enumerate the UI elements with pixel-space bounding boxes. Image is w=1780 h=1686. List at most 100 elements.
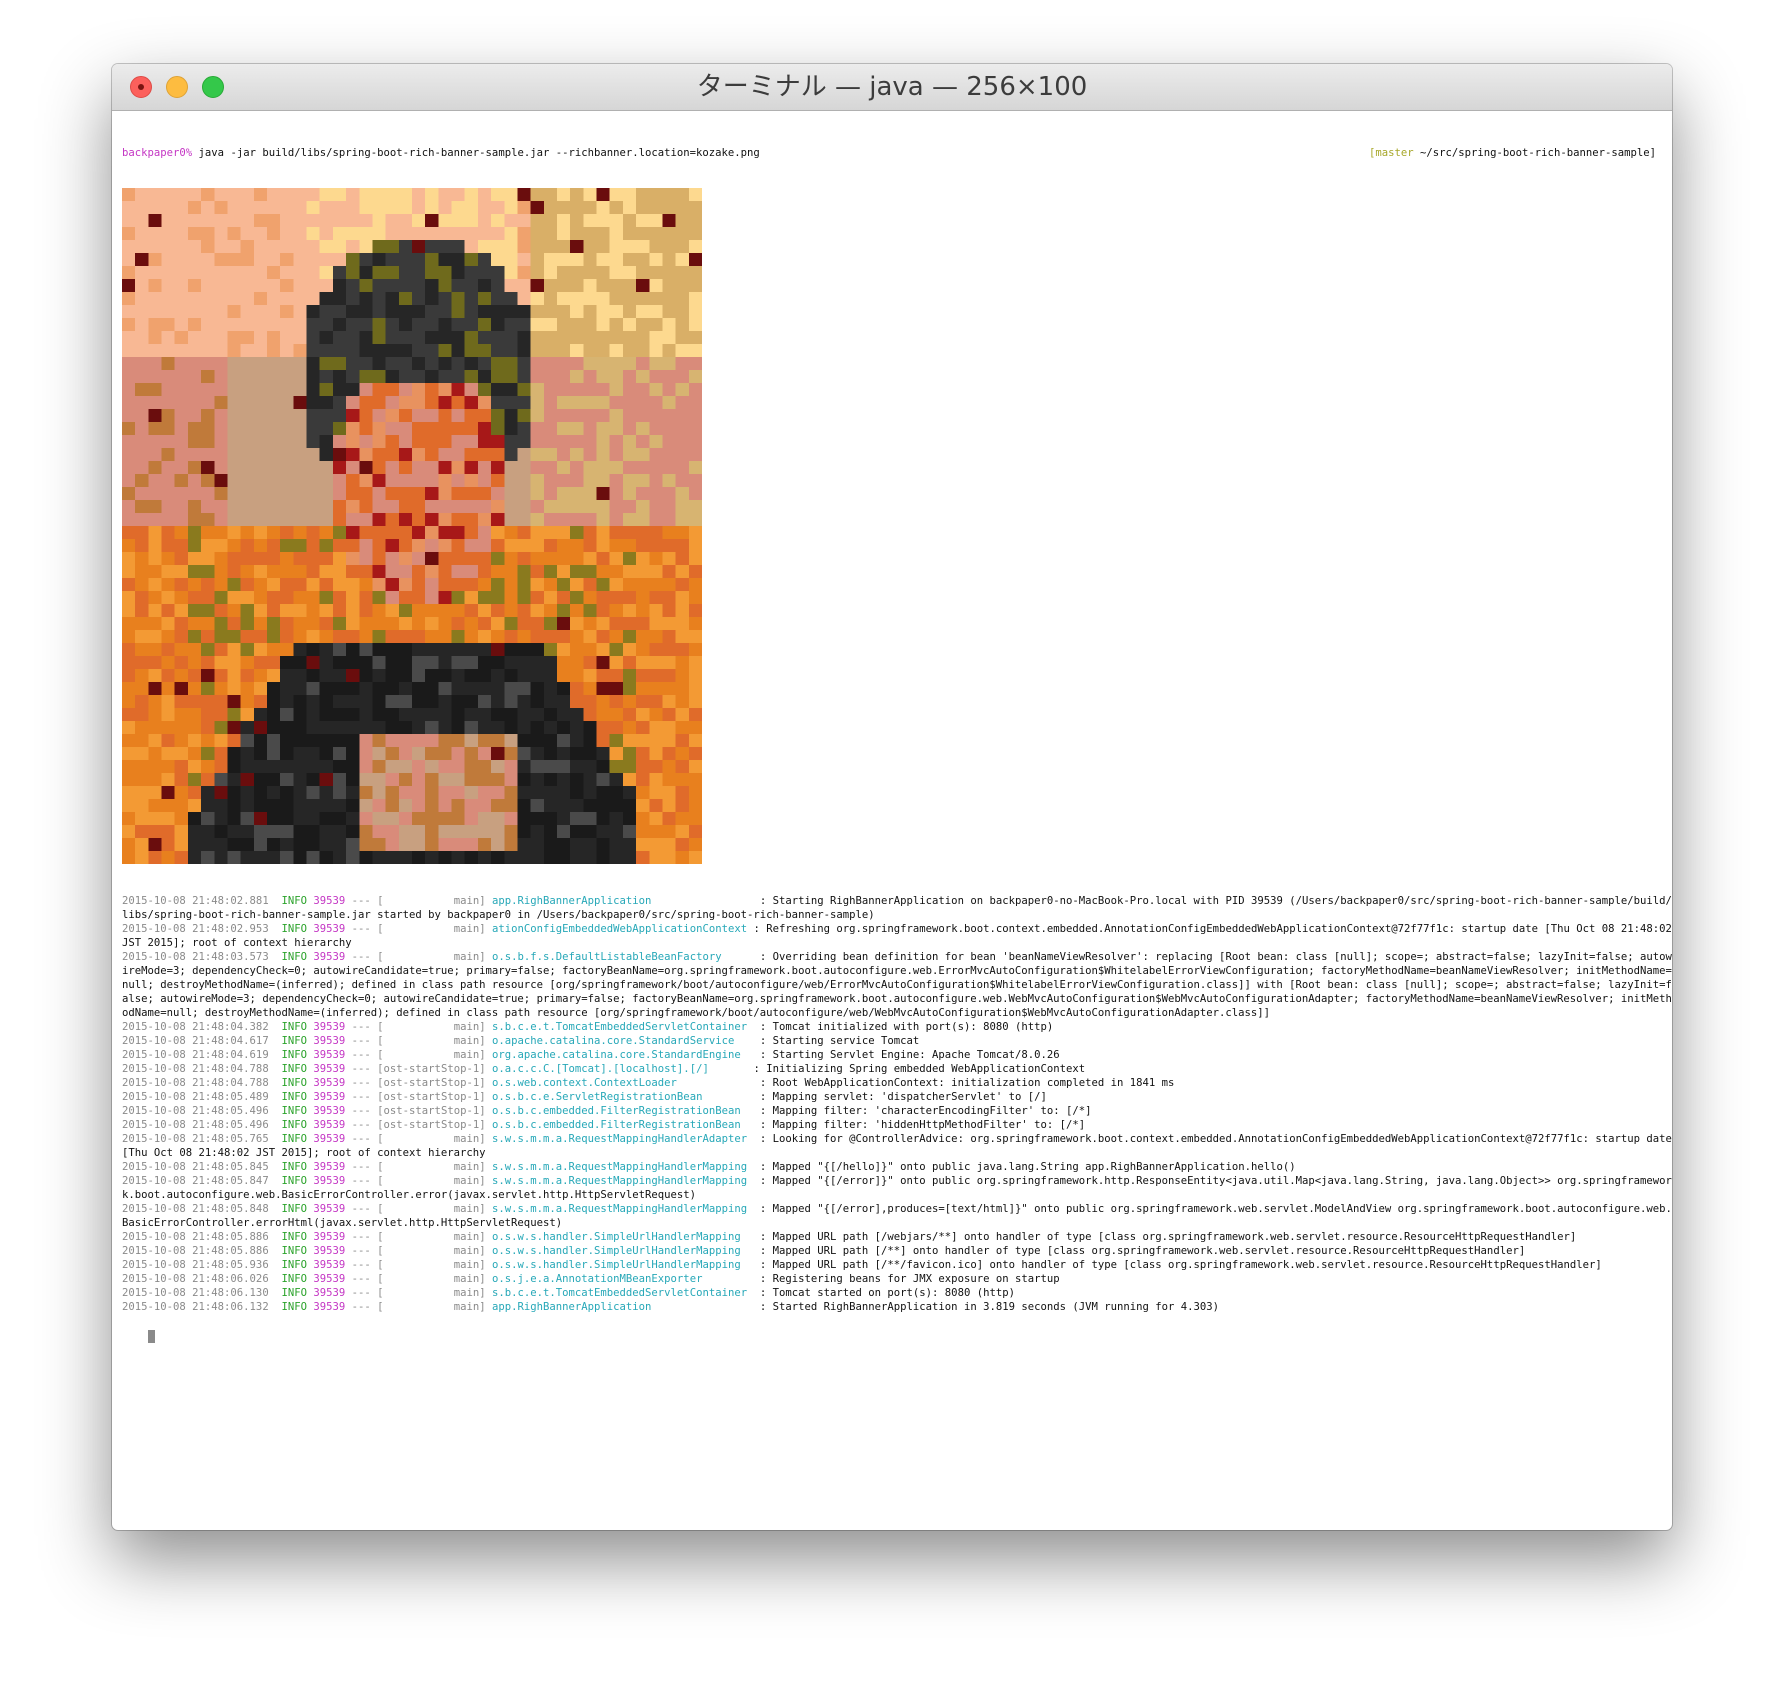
log-level: INFO <box>268 1203 307 1215</box>
log-logger: org.apache.catalina.core.StandardEngine <box>485 1049 754 1061</box>
log-line: 2015-10-08 21:48:05.886 INFO 39539 --- [… <box>122 1230 1664 1244</box>
log-line: 2015-10-08 21:48:05.845 INFO 39539 --- [… <box>122 1160 1664 1174</box>
log-timestamp: 2015-10-08 21:48:04.788 <box>122 1063 269 1075</box>
pixel-art-banner-image <box>122 188 702 864</box>
log-message: : Mapping filter: 'hiddenHttpMethodFilte… <box>753 1119 1086 1131</box>
log-separator: --- <box>345 1259 371 1271</box>
log-pid: 39539 <box>306 1301 346 1313</box>
log-timestamp: 2015-10-08 21:48:06.130 <box>122 1287 269 1299</box>
log-separator: --- <box>345 951 371 963</box>
log-separator: --- <box>345 1175 371 1187</box>
log-logger: o.s.b.c.e.ServletRegistrationBean <box>485 1091 754 1103</box>
log-line: 2015-10-08 21:48:06.132 INFO 39539 --- [… <box>122 1300 1664 1314</box>
window-title: ターミナル — java — 256×100 <box>696 72 1088 102</box>
log-pid: 39539 <box>306 1259 346 1271</box>
log-thread: [ main] <box>370 1049 486 1061</box>
log-thread: [ost-startStop-1] <box>370 1119 486 1131</box>
log-message: : Mapped "{[/hello]}" onto public java.l… <box>753 1161 1296 1173</box>
log-timestamp: 2015-10-08 21:48:05.489 <box>122 1091 269 1103</box>
log-level: INFO <box>268 1049 307 1061</box>
log-logger: o.s.w.s.handler.SimpleUrlHandlerMapping <box>485 1259 754 1271</box>
terminal-window: ターミナル — java — 256×100 backpaper0% java … <box>112 64 1672 1530</box>
log-line: 2015-10-08 21:48:05.847 INFO 39539 --- [… <box>122 1174 1672 1202</box>
log-timestamp: 2015-10-08 21:48:06.026 <box>122 1273 269 1285</box>
log-pid: 39539 <box>306 1133 346 1145</box>
log-timestamp: 2015-10-08 21:48:04.788 <box>122 1077 269 1089</box>
log-timestamp: 2015-10-08 21:48:03.573 <box>122 951 269 963</box>
log-pid: 39539 <box>306 923 346 935</box>
log-thread: [ main] <box>370 895 486 907</box>
log-level: INFO <box>268 1259 307 1271</box>
log-logger: app.RighBannerApplication <box>485 1301 754 1313</box>
log-pid: 39539 <box>306 1119 346 1131</box>
log-separator: --- <box>345 1091 371 1103</box>
prompt-user: backpaper0% <box>122 147 193 159</box>
log-logger: s.b.c.e.t.TomcatEmbeddedServletContainer <box>485 1287 754 1299</box>
log-line: 2015-10-08 21:48:04.619 INFO 39539 --- [… <box>122 1048 1664 1062</box>
git-branch: master <box>1375 147 1414 159</box>
log-message: : Mapping filter: 'characterEncodingFilt… <box>753 1105 1092 1117</box>
log-thread: [ main] <box>370 1231 486 1243</box>
log-timestamp: 2015-10-08 21:48:05.936 <box>122 1259 269 1271</box>
log-separator: --- <box>345 1161 371 1173</box>
log-line: 2015-10-08 21:48:05.489 INFO 39539 --- [… <box>122 1090 1664 1104</box>
log-separator: --- <box>345 1077 371 1089</box>
log-level: INFO <box>268 1063 307 1075</box>
log-pid: 39539 <box>306 1049 346 1061</box>
log-thread: [ main] <box>370 923 486 935</box>
log-timestamp: 2015-10-08 21:48:05.496 <box>122 1105 269 1117</box>
log-logger: o.s.b.f.s.DefaultListableBeanFactory <box>485 951 754 963</box>
log-line: 2015-10-08 21:48:04.617 INFO 39539 --- [… <box>122 1034 1664 1048</box>
log-pid: 39539 <box>306 1203 346 1215</box>
log-level: INFO <box>268 1273 307 1285</box>
prompt-right: [master ~/src/spring-boot-rich-banner-sa… <box>1369 146 1656 160</box>
log-message: : Starting Servlet Engine: Apache Tomcat… <box>753 1049 1060 1061</box>
log-thread: [ main] <box>370 1273 486 1285</box>
log-thread: [ main] <box>370 1175 486 1187</box>
log-separator: --- <box>345 895 371 907</box>
log-thread: [ main] <box>370 1287 486 1299</box>
log-line: 2015-10-08 21:48:05.936 INFO 39539 --- [… <box>122 1258 1664 1272</box>
log-pid: 39539 <box>306 1105 346 1117</box>
log-output: 2015-10-08 21:48:02.881 INFO 39539 --- [… <box>122 894 1672 1314</box>
log-level: INFO <box>268 1301 307 1313</box>
log-pid: 39539 <box>306 895 346 907</box>
title-bar[interactable]: ターミナル — java — 256×100 <box>112 64 1672 111</box>
log-thread: [ost-startStop-1] <box>370 1077 486 1089</box>
log-pid: 39539 <box>306 1091 346 1103</box>
log-separator: --- <box>345 1021 371 1033</box>
log-timestamp: 2015-10-08 21:48:05.848 <box>122 1203 269 1215</box>
log-message: : Root WebApplicationContext: initializa… <box>753 1077 1175 1089</box>
terminal-content[interactable]: backpaper0% java -jar build/libs/spring-… <box>122 118 1672 1530</box>
log-line: 2015-10-08 21:48:06.026 INFO 39539 --- [… <box>122 1272 1664 1286</box>
log-level: INFO <box>268 951 307 963</box>
log-logger: s.b.c.e.t.TomcatEmbeddedServletContainer <box>485 1021 754 1033</box>
log-separator: --- <box>345 923 371 935</box>
log-pid: 39539 <box>306 951 346 963</box>
log-separator: --- <box>345 1063 371 1075</box>
log-message: : Tomcat initialized with port(s): 8080 … <box>753 1021 1054 1033</box>
log-logger: ationConfigEmbeddedWebApplicationContext <box>485 923 748 935</box>
log-line: 2015-10-08 21:48:05.765 INFO 39539 --- [… <box>122 1132 1672 1160</box>
log-level: INFO <box>268 1231 307 1243</box>
log-timestamp: 2015-10-08 21:48:04.617 <box>122 1035 269 1047</box>
log-logger: o.s.w.s.handler.SimpleUrlHandlerMapping <box>485 1245 754 1257</box>
log-separator: --- <box>345 1049 371 1061</box>
log-separator: --- <box>345 1035 371 1047</box>
log-timestamp: 2015-10-08 21:48:04.619 <box>122 1049 269 1061</box>
log-level: INFO <box>268 1161 307 1173</box>
log-line: 2015-10-08 21:48:02.881 INFO 39539 --- [… <box>122 894 1672 922</box>
log-timestamp: 2015-10-08 21:48:04.382 <box>122 1021 269 1033</box>
log-level: INFO <box>268 1077 307 1089</box>
log-thread: [ main] <box>370 951 486 963</box>
log-timestamp: 2015-10-08 21:48:05.847 <box>122 1175 269 1187</box>
log-message: : Initializing Spring embedded WebApplic… <box>747 1063 1086 1075</box>
log-thread: [ main] <box>370 1035 486 1047</box>
log-line: 2015-10-08 21:48:04.788 INFO 39539 --- [… <box>122 1062 1664 1076</box>
terminal-cursor <box>147 1330 155 1343</box>
log-level: INFO <box>268 1021 307 1033</box>
log-level: INFO <box>268 1035 307 1047</box>
log-level: INFO <box>268 1245 307 1257</box>
log-message: : Mapped URL path [/**] onto handler of … <box>753 1245 1526 1257</box>
log-logger: o.s.web.context.ContextLoader <box>485 1077 754 1089</box>
